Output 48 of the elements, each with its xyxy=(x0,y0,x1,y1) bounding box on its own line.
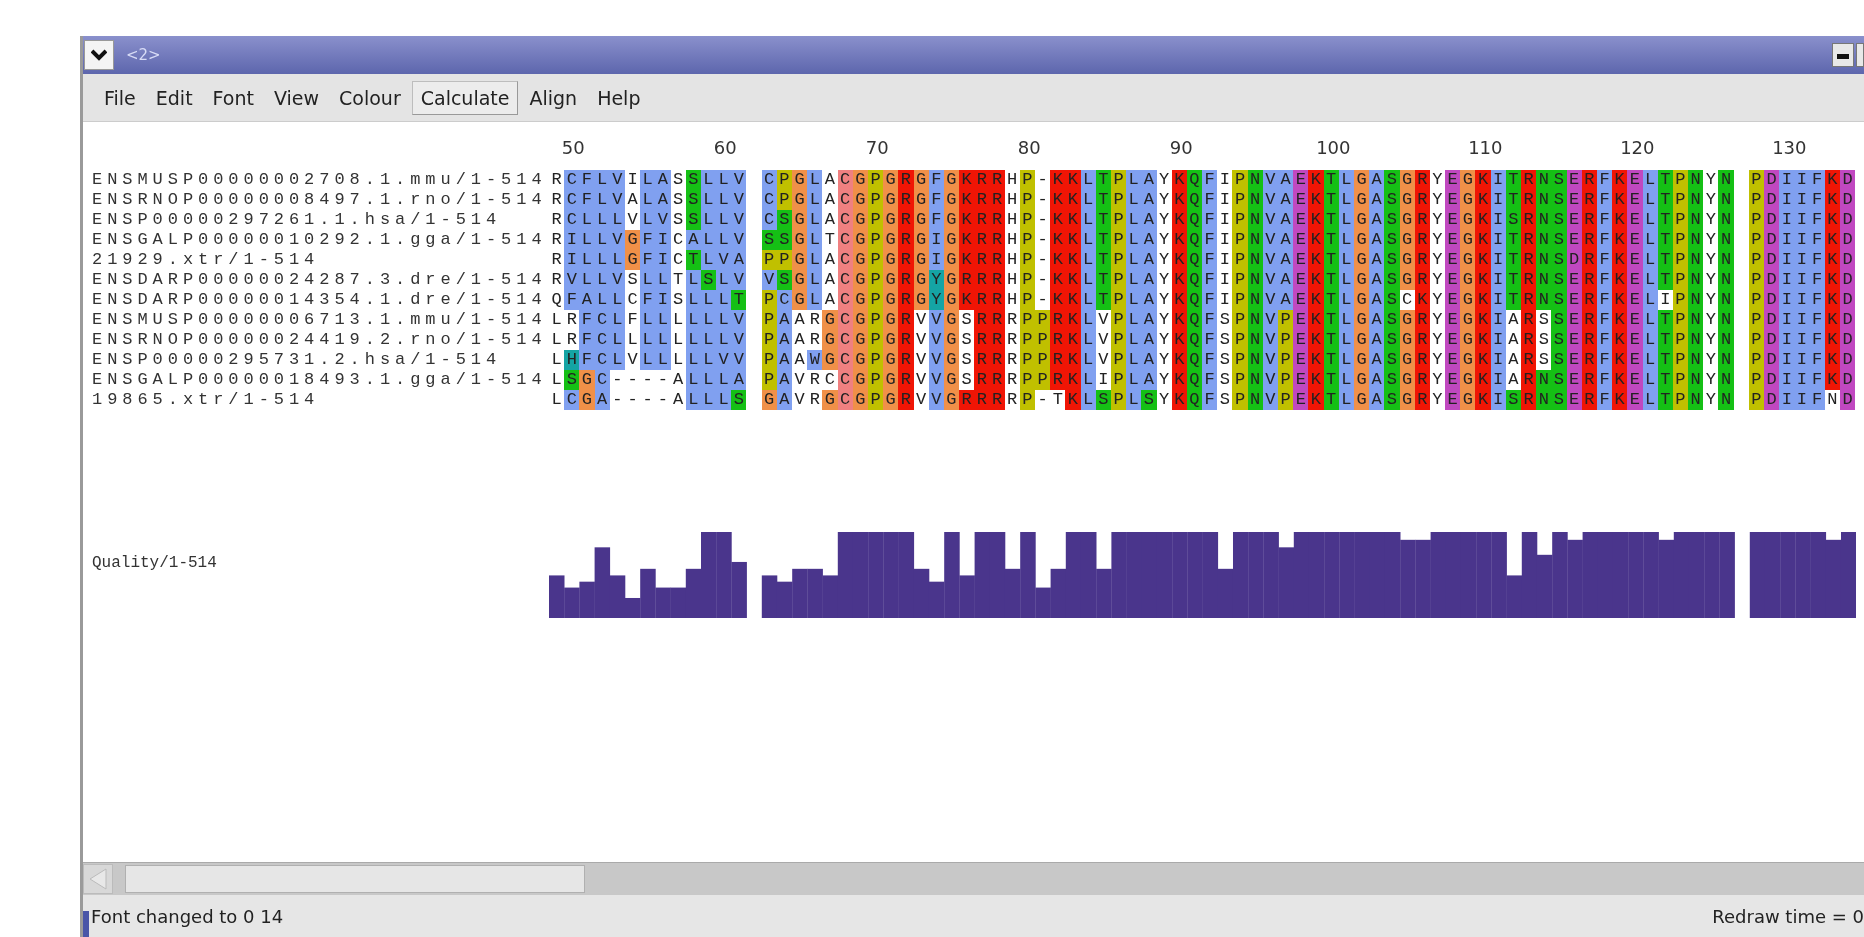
chevron-icon xyxy=(91,49,107,61)
ruler-label: 90 xyxy=(1169,136,1193,160)
ruler-label: 100 xyxy=(1316,136,1351,160)
quality-bar xyxy=(549,575,565,618)
ruler-label: 110 xyxy=(1468,136,1503,160)
menu-item[interactable]: Colour xyxy=(330,80,410,115)
window-menu-button[interactable] xyxy=(84,40,114,70)
ruler-label: 60 xyxy=(713,136,737,160)
sequence-name: ENSGALP00000010292.1.gga/1-514 xyxy=(92,230,548,250)
left-arrow-icon xyxy=(88,868,108,890)
sequence-name: ENSGALP00000018493.1.gga/1-514 xyxy=(92,370,548,390)
menu-item[interactable]: Edit xyxy=(146,80,202,115)
quality-bar xyxy=(792,568,808,618)
ruler-label: 120 xyxy=(1620,136,1655,160)
sequence-name: ENSRNOP00000024419.2.rno/1-514 xyxy=(92,330,548,350)
sequence-name: ENSP00000297261.1.hsa/1-514 xyxy=(92,210,503,230)
scrollbar[interactable] xyxy=(83,862,1864,895)
menu-item[interactable]: Font xyxy=(203,80,263,115)
maximize-button[interactable] xyxy=(1856,43,1864,67)
ruler-label: 130 xyxy=(1772,136,1807,160)
redraw-time: Redraw time = 0 xyxy=(1712,905,1864,927)
scrollbar-thumb[interactable] xyxy=(125,865,585,893)
window-title: <2> xyxy=(126,46,161,64)
menu-item[interactable]: Align xyxy=(520,80,587,115)
ruler-label: 50 xyxy=(561,136,585,160)
sequence-name: ENSDARP00000024287.3.dre/1-514 xyxy=(92,270,548,290)
menu-item[interactable]: Help xyxy=(588,80,650,115)
quality-bar xyxy=(777,581,793,618)
sequence-name: ENSDARP00000014354.1.dre/1-514 xyxy=(92,290,548,310)
status-indicator xyxy=(83,911,89,937)
sequence-name: ENSMUSP00000002708.1.mmu/1-514 xyxy=(92,170,548,190)
menu-item[interactable]: File xyxy=(95,80,145,115)
menu-item[interactable]: View xyxy=(264,80,329,115)
ruler-label: 70 xyxy=(865,136,889,160)
quality-bar xyxy=(564,587,580,618)
menu-item[interactable]: Calculate xyxy=(411,80,519,115)
annotation-label: Quality/1-514 xyxy=(92,553,218,574)
sequence-name: 21929.xtr/1-514 xyxy=(92,250,321,270)
quality-bar xyxy=(807,568,823,618)
status-message: Font changed to 0 14 xyxy=(91,905,284,927)
sequence-name: ENSMUSP00000006713.1.mmu/1-514 xyxy=(92,310,548,330)
minimize-icon xyxy=(1837,54,1849,60)
quality-bar xyxy=(761,575,778,618)
ruler-label: 80 xyxy=(1017,136,1041,160)
minimize-button[interactable] xyxy=(1832,43,1854,67)
sequence-name: ENSP00000295731.2.hsa/1-514 xyxy=(92,350,503,370)
sequence-name: 19865.xtr/1-514 xyxy=(92,390,321,410)
sequence-name: ENSRNOP00000008497.1.rno/1-514 xyxy=(92,190,548,210)
